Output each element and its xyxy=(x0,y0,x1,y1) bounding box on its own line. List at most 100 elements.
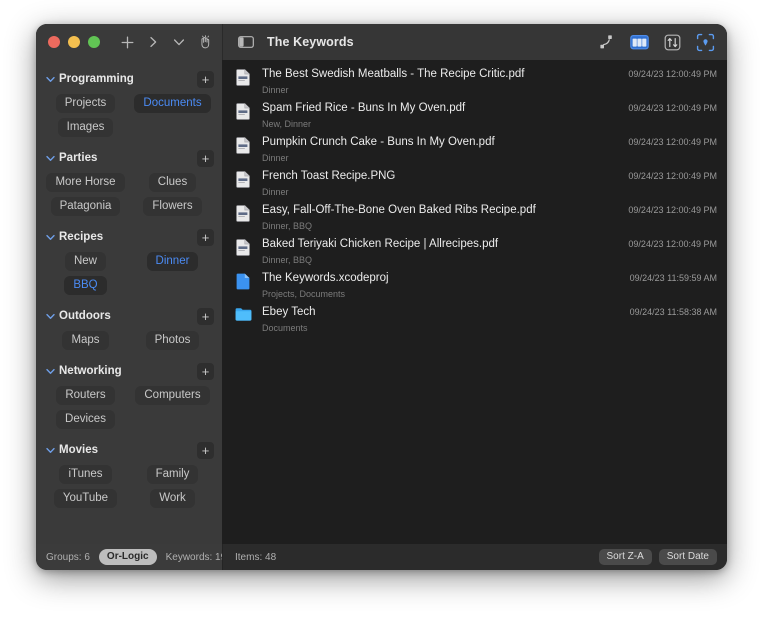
add-keyword-button[interactable]: + xyxy=(197,228,214,246)
table-row[interactable]: The Keywords.xcodeproj Projects, Documen… xyxy=(222,266,727,300)
keyword-chip-photos[interactable]: Photos xyxy=(145,331,200,350)
keyword-chip-patagonia[interactable]: Patagonia xyxy=(50,197,121,216)
keyword-row: iTunes Family xyxy=(42,465,216,484)
add-keyword-button[interactable]: + xyxy=(197,441,214,459)
keyword-rows: Projects Documents Images xyxy=(36,94,222,145)
folder-icon xyxy=(234,307,252,321)
group-header[interactable]: Recipes + xyxy=(36,226,222,248)
sidebar: Programming + Projects Documents Images xyxy=(36,60,222,544)
zoom-window-button[interactable] xyxy=(88,36,100,48)
file-date: 09/24/23 11:59:59 AM xyxy=(629,273,717,283)
focus-frame-icon[interactable] xyxy=(695,32,715,52)
group-title: Programming xyxy=(59,73,134,85)
file-date: 09/24/23 12:00:49 PM xyxy=(628,171,717,181)
group-header[interactable]: Programming + xyxy=(36,68,222,90)
add-keyword-button[interactable]: + xyxy=(197,307,214,325)
keyword-chip-documents[interactable]: Documents xyxy=(134,94,211,113)
status-bar: Groups: 6 Or-Logic Keywords: 19 Items: 4… xyxy=(36,544,727,570)
table-row[interactable]: Ebey Tech Documents 09/24/23 11:58:38 AM xyxy=(222,300,727,334)
file-info: Ebey Tech Documents xyxy=(252,306,620,333)
table-row[interactable]: French Toast Recipe.PNG Dinner 09/24/23 … xyxy=(222,164,727,198)
keyword-chip-more-horse[interactable]: More Horse xyxy=(46,173,125,192)
chevron-down-icon[interactable] xyxy=(46,447,59,454)
keyword-chip-images[interactable]: Images xyxy=(57,118,114,137)
window-body: Programming + Projects Documents Images xyxy=(36,60,727,544)
group-header[interactable]: Networking + xyxy=(36,360,222,382)
keyword-chip-youtube[interactable]: YouTube xyxy=(53,489,118,508)
file-tags: Documents xyxy=(262,323,308,333)
file-list[interactable]: The Best Swedish Meatballs - The Recipe … xyxy=(222,60,727,544)
titlebar-left-icons xyxy=(114,30,218,54)
keyword-rows: New Dinner BBQ xyxy=(36,252,222,303)
add-keyword-button[interactable]: + xyxy=(197,149,214,167)
drag-hand-icon[interactable] xyxy=(192,30,218,54)
minimize-window-button[interactable] xyxy=(68,36,80,48)
status-bar-right: Items: 48 Sort Z-A Sort Date xyxy=(222,544,727,570)
file-info: French Toast Recipe.PNG Dinner xyxy=(252,170,618,197)
table-row[interactable]: The Best Swedish Meatballs - The Recipe … xyxy=(222,62,727,96)
keyword-chip-clues[interactable]: Clues xyxy=(148,173,197,192)
keyword-rows: Routers Computers Devices xyxy=(36,386,222,437)
chevron-down-icon[interactable] xyxy=(46,76,59,83)
file-date: 09/24/23 12:00:49 PM xyxy=(628,137,717,147)
keyword-chip-routers[interactable]: Routers xyxy=(56,386,115,405)
group-title: Parties xyxy=(59,152,98,164)
keyword-chip-bbq[interactable]: BBQ xyxy=(64,276,107,295)
titlebar: The Keywords xyxy=(36,24,727,60)
keyword-chip-maps[interactable]: Maps xyxy=(62,331,109,350)
add-icon[interactable] xyxy=(114,30,140,54)
add-keyword-button[interactable]: + xyxy=(197,362,214,380)
status-bar-left: Groups: 6 Or-Logic Keywords: 19 xyxy=(36,544,226,570)
sort-alpha-button[interactable]: Sort Z-A xyxy=(598,549,652,565)
close-window-button[interactable] xyxy=(48,36,60,48)
group-title: Recipes xyxy=(59,231,104,243)
or-logic-button[interactable]: Or-Logic xyxy=(98,549,157,565)
columns-view-icon[interactable] xyxy=(629,32,649,52)
group-title: Outdoors xyxy=(59,310,111,322)
file-tags: Dinner xyxy=(262,187,289,197)
chevron-down-icon[interactable] xyxy=(46,234,59,241)
titlebar-right-section: The Keywords xyxy=(222,24,727,60)
keyword-chip-new[interactable]: New xyxy=(64,252,106,271)
keyword-chip-devices[interactable]: Devices xyxy=(56,410,115,429)
chevron-right-icon[interactable] xyxy=(140,30,166,54)
chevron-down-icon[interactable] xyxy=(166,30,192,54)
group-title: Movies xyxy=(59,444,98,456)
chevron-down-icon[interactable] xyxy=(46,313,59,320)
sidebar-toggle-icon[interactable] xyxy=(235,31,257,53)
file-date: 09/24/23 11:58:38 AM xyxy=(629,307,717,317)
keyword-row: New Dinner xyxy=(42,252,216,271)
link-path-icon[interactable] xyxy=(596,32,616,52)
table-row[interactable]: Easy, Fall-Off-The-Bone Oven Baked Ribs … xyxy=(222,198,727,232)
keyword-chip-projects[interactable]: Projects xyxy=(55,94,116,113)
file-info: Pumpkin Crunch Cake - Buns In My Oven.pd… xyxy=(252,136,618,163)
sort-buttons: Sort Z-A Sort Date xyxy=(598,549,717,565)
group-header[interactable]: Outdoors + xyxy=(36,305,222,327)
group-header[interactable]: Parties + xyxy=(36,147,222,169)
sort-date-button[interactable]: Sort Date xyxy=(658,549,717,565)
table-row[interactable]: Pumpkin Crunch Cake - Buns In My Oven.pd… xyxy=(222,130,727,164)
page-title: The Keywords xyxy=(267,35,354,49)
add-keyword-button[interactable]: + xyxy=(197,70,214,88)
table-row[interactable]: Spam Fried Rice - Buns In My Oven.pdf Ne… xyxy=(222,96,727,130)
chevron-down-icon[interactable] xyxy=(46,368,59,375)
group-header[interactable]: Movies + xyxy=(36,439,222,461)
sort-arrows-icon[interactable] xyxy=(662,32,682,52)
keywords-count-label: Keywords: 19 xyxy=(165,551,227,563)
keyword-chip-flowers[interactable]: Flowers xyxy=(143,197,202,216)
xcodeproj-document-icon xyxy=(234,273,252,290)
table-row[interactable]: Baked Teriyaki Chicken Recipe | Allrecip… xyxy=(222,232,727,266)
keyword-chip-itunes[interactable]: iTunes xyxy=(59,465,112,484)
keyword-chip-computers[interactable]: Computers xyxy=(135,386,210,405)
keyword-chip-dinner[interactable]: Dinner xyxy=(146,252,199,271)
app-window: The Keywords Programming + Projects Docu… xyxy=(36,24,727,570)
file-tags: Dinner, BBQ xyxy=(262,255,313,265)
keyword-chip-family[interactable]: Family xyxy=(146,465,199,484)
keyword-row: Routers Computers xyxy=(42,386,216,405)
file-tags: Projects, Documents xyxy=(262,289,346,299)
titlebar-action-icons xyxy=(596,32,715,52)
png-document-icon xyxy=(234,171,252,188)
chevron-down-icon[interactable] xyxy=(46,155,59,162)
sidebar-group-networking: Networking + Routers Computers Devices xyxy=(36,360,222,437)
keyword-chip-work[interactable]: Work xyxy=(150,489,195,508)
